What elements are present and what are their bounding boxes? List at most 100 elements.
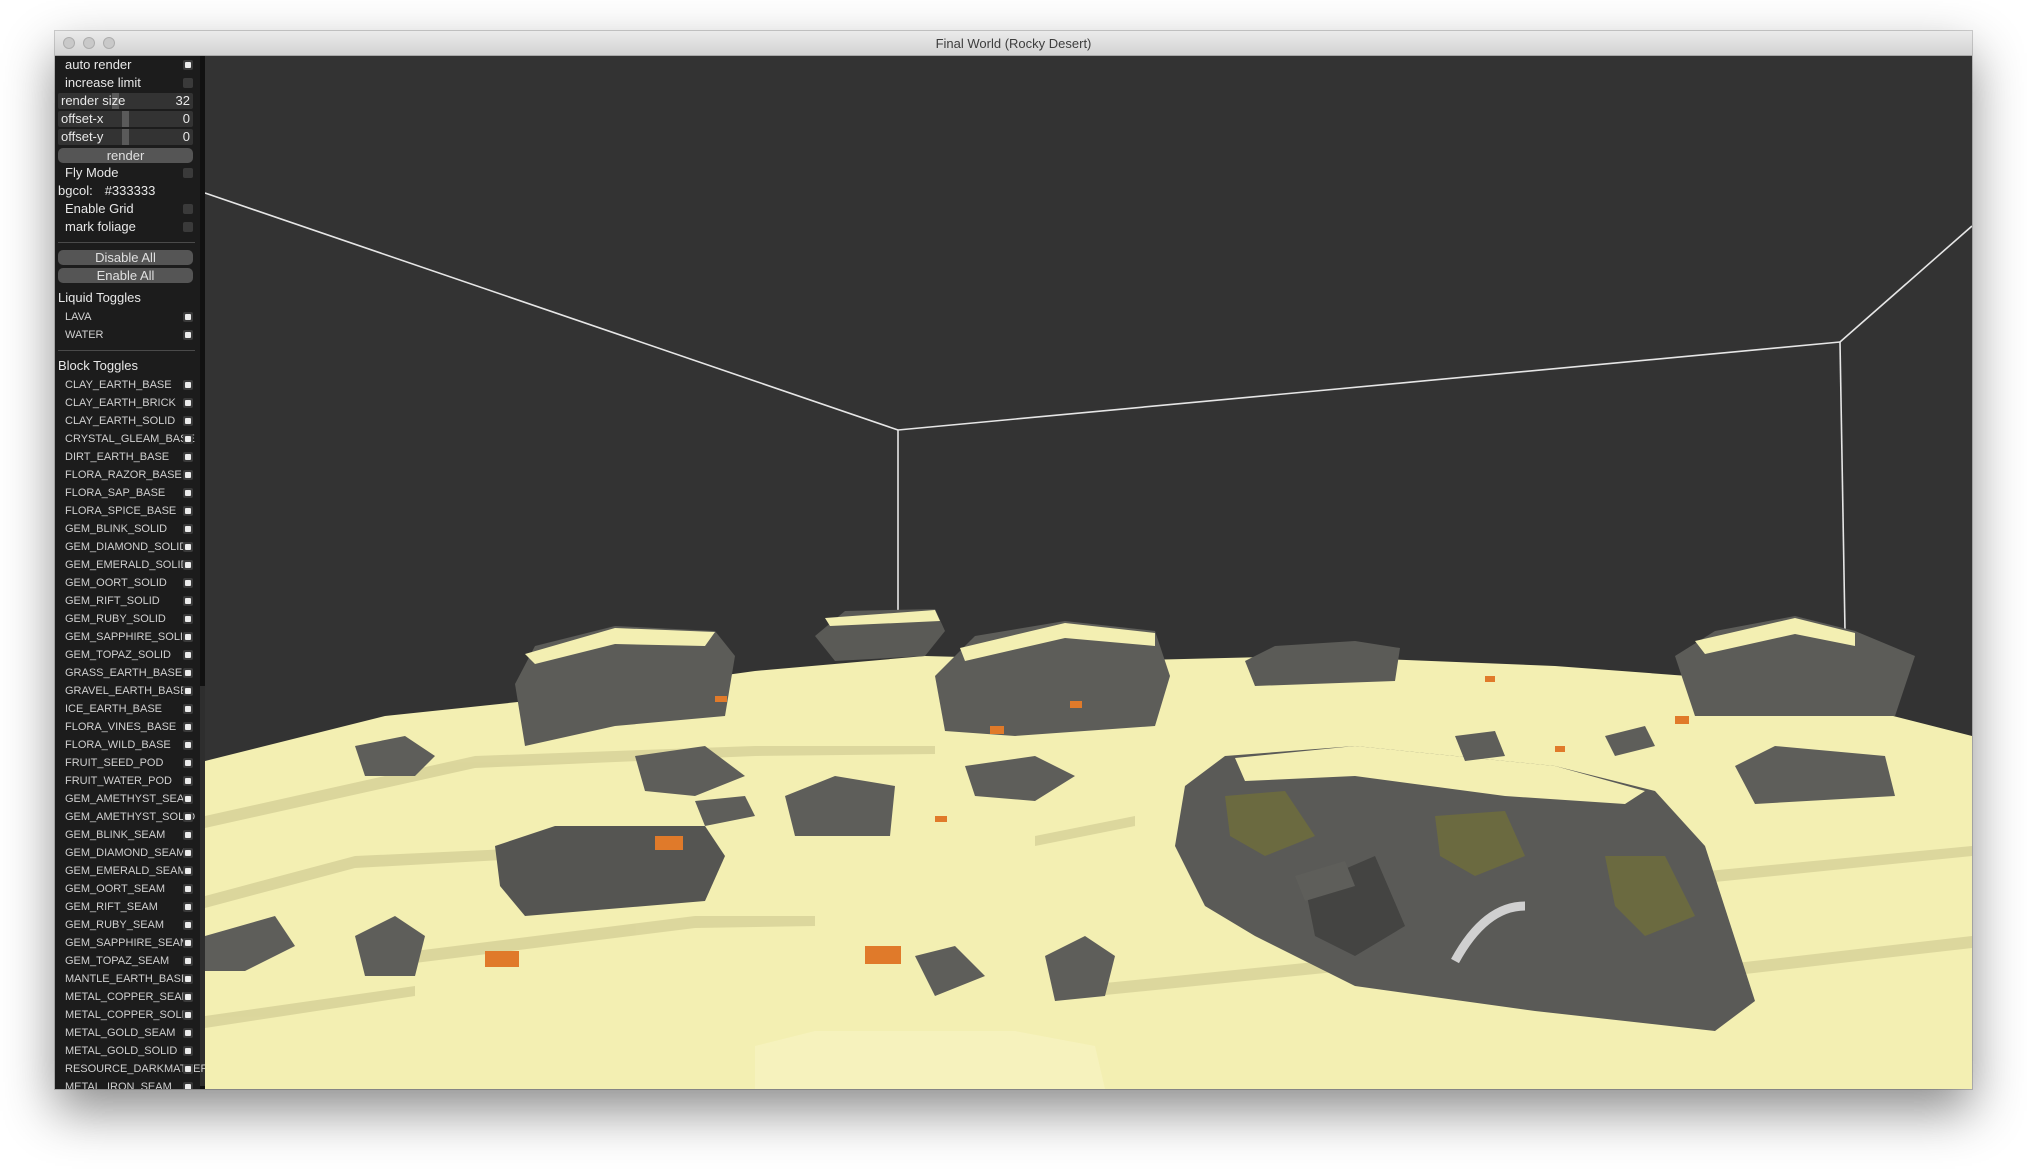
block-toggle-item[interactable]: METAL_IRON_SEAM xyxy=(55,1078,205,1089)
block-toggle-checkbox[interactable] xyxy=(183,704,193,714)
block-toggle-checkbox[interactable] xyxy=(183,1028,193,1038)
bgcol-field[interactable]: bgcol: #333333 xyxy=(55,182,205,200)
block-toggle-item[interactable]: FRUIT_WATER_POD xyxy=(55,772,205,790)
block-toggle-checkbox[interactable] xyxy=(183,812,193,822)
block-toggle-checkbox[interactable] xyxy=(183,740,193,750)
block-toggle-item[interactable]: GEM_EMERALD_SEAM xyxy=(55,862,205,880)
render-size-slider[interactable]: render size 32 xyxy=(55,92,205,110)
block-toggle-item[interactable]: GEM_BLINK_SOLID xyxy=(55,520,205,538)
block-toggle-checkbox[interactable] xyxy=(183,398,193,408)
block-toggle-item[interactable]: DIRT_EARTH_BASE xyxy=(55,448,205,466)
block-toggle-checkbox[interactable] xyxy=(183,614,193,624)
disable-all-button[interactable]: Disable All xyxy=(58,250,193,265)
increase-limit-toggle[interactable]: increase limit xyxy=(55,74,205,92)
offset-y-slider[interactable]: offset-y 0 xyxy=(55,128,205,146)
voxel-viewport[interactable] xyxy=(55,56,1972,1089)
block-toggle-item[interactable]: FLORA_SPICE_BASE xyxy=(55,502,205,520)
block-toggle-checkbox[interactable] xyxy=(183,1010,193,1020)
block-toggle-item[interactable]: GEM_TOPAZ_SOLID xyxy=(55,646,205,664)
block-toggle-checkbox[interactable] xyxy=(183,650,193,660)
block-toggle-item[interactable]: GEM_RUBY_SEAM xyxy=(55,916,205,934)
block-toggle-checkbox[interactable] xyxy=(183,776,193,786)
block-toggle-item[interactable]: GEM_RUBY_SOLID xyxy=(55,610,205,628)
offset-x-slider-knob[interactable] xyxy=(122,111,129,127)
enable-grid-toggle[interactable]: Enable Grid xyxy=(55,200,205,218)
block-toggle-item[interactable]: FLORA_SAP_BASE xyxy=(55,484,205,502)
block-toggle-item[interactable]: MANTLE_EARTH_BASE xyxy=(55,970,205,988)
block-toggle-item[interactable]: FLORA_VINES_BASE xyxy=(55,718,205,736)
block-toggle-checkbox[interactable] xyxy=(183,956,193,966)
block-toggle-checkbox[interactable] xyxy=(183,470,193,480)
block-toggle-item[interactable]: GEM_DIAMOND_SEAM xyxy=(55,844,205,862)
block-toggle-checkbox[interactable] xyxy=(183,452,193,462)
block-toggle-item[interactable]: METAL_COPPER_SEAM xyxy=(55,988,205,1006)
block-toggle-item[interactable]: GEM_AMETHYST_SEAM xyxy=(55,790,205,808)
block-toggle-item[interactable]: GEM_RIFT_SOLID xyxy=(55,592,205,610)
block-toggle-checkbox[interactable] xyxy=(183,524,193,534)
block-toggle-checkbox[interactable] xyxy=(183,902,193,912)
block-toggle-checkbox[interactable] xyxy=(183,830,193,840)
offset-x-slider[interactable]: offset-x 0 xyxy=(55,110,205,128)
block-toggle-checkbox[interactable] xyxy=(183,1046,193,1056)
fly-mode-toggle[interactable]: Fly Mode xyxy=(55,164,205,182)
auto-render-toggle[interactable]: auto render xyxy=(55,56,205,74)
block-toggle-item[interactable]: GEM_SAPPHIRE_SOLID xyxy=(55,628,205,646)
block-toggle-item[interactable]: GEM_EMERALD_SOLID xyxy=(55,556,205,574)
liquid-toggle-checkbox[interactable] xyxy=(183,330,193,340)
increase-limit-checkbox[interactable] xyxy=(183,78,193,88)
block-toggle-checkbox[interactable] xyxy=(183,794,193,804)
mark-foliage-toggle[interactable]: mark foliage xyxy=(55,218,205,236)
block-toggle-item[interactable]: ICE_EARTH_BASE xyxy=(55,700,205,718)
block-toggle-checkbox[interactable] xyxy=(183,380,193,390)
block-toggle-item[interactable]: METAL_COPPER_SOLID xyxy=(55,1006,205,1024)
block-toggle-item[interactable]: FRUIT_SEED_POD xyxy=(55,754,205,772)
block-toggle-checkbox[interactable] xyxy=(183,578,193,588)
block-toggle-checkbox[interactable] xyxy=(183,866,193,876)
block-toggle-item[interactable]: GEM_TOPAZ_SEAM xyxy=(55,952,205,970)
block-toggle-checkbox[interactable] xyxy=(183,434,193,444)
render-button[interactable]: render xyxy=(58,148,193,163)
block-toggle-checkbox[interactable] xyxy=(183,848,193,858)
block-toggle-checkbox[interactable] xyxy=(183,488,193,498)
block-toggle-item[interactable]: CLAY_EARTH_BASE xyxy=(55,376,205,394)
block-toggle-checkbox[interactable] xyxy=(183,1064,193,1074)
block-toggle-item[interactable]: GEM_SAPPHIRE_SEAM xyxy=(55,934,205,952)
block-toggle-item[interactable]: METAL_GOLD_SEAM xyxy=(55,1024,205,1042)
mark-foliage-checkbox[interactable] xyxy=(183,222,193,232)
block-toggle-item[interactable]: GEM_BLINK_SEAM xyxy=(55,826,205,844)
liquid-toggle-checkbox[interactable] xyxy=(183,312,193,322)
block-toggle-item[interactable]: GRASS_EARTH_BASE xyxy=(55,664,205,682)
block-toggle-item[interactable]: FLORA_RAZOR_BASE xyxy=(55,466,205,484)
enable-all-button[interactable]: Enable All xyxy=(58,268,193,283)
block-toggle-checkbox[interactable] xyxy=(183,542,193,552)
block-toggle-checkbox[interactable] xyxy=(183,920,193,930)
block-toggle-checkbox[interactable] xyxy=(183,668,193,678)
liquid-toggle-item[interactable]: WATER xyxy=(55,326,205,344)
block-toggle-item[interactable]: METAL_GOLD_SOLID xyxy=(55,1042,205,1060)
block-toggle-checkbox[interactable] xyxy=(183,416,193,426)
block-toggle-checkbox[interactable] xyxy=(183,992,193,1002)
enable-grid-checkbox[interactable] xyxy=(183,204,193,214)
block-toggle-item[interactable]: GEM_OORT_SEAM xyxy=(55,880,205,898)
block-toggle-checkbox[interactable] xyxy=(183,1082,193,1089)
bgcol-value[interactable]: #333333 xyxy=(105,183,156,198)
block-toggle-item[interactable]: GEM_AMETHYST_SOLID xyxy=(55,808,205,826)
block-toggle-checkbox[interactable] xyxy=(183,722,193,732)
block-toggle-checkbox[interactable] xyxy=(183,560,193,570)
block-toggle-checkbox[interactable] xyxy=(183,884,193,894)
block-toggle-checkbox[interactable] xyxy=(183,686,193,696)
offset-y-slider-knob[interactable] xyxy=(122,129,129,145)
block-toggle-item[interactable]: GEM_DIAMOND_SOLID xyxy=(55,538,205,556)
liquid-toggle-item[interactable]: LAVA xyxy=(55,308,205,326)
block-toggle-item[interactable]: FLORA_WILD_BASE xyxy=(55,736,205,754)
block-toggle-item[interactable]: GEM_OORT_SOLID xyxy=(55,574,205,592)
block-toggle-checkbox[interactable] xyxy=(183,938,193,948)
block-toggle-checkbox[interactable] xyxy=(183,974,193,984)
block-toggle-checkbox[interactable] xyxy=(183,758,193,768)
block-toggle-item[interactable]: CLAY_EARTH_BRICK xyxy=(55,394,205,412)
block-toggle-item[interactable]: RESOURCE_DARKMATTER_SEAM xyxy=(55,1060,205,1078)
block-toggle-item[interactable]: CLAY_EARTH_SOLID xyxy=(55,412,205,430)
block-toggle-checkbox[interactable] xyxy=(183,596,193,606)
auto-render-checkbox[interactable] xyxy=(183,60,193,70)
block-toggle-checkbox[interactable] xyxy=(183,506,193,516)
